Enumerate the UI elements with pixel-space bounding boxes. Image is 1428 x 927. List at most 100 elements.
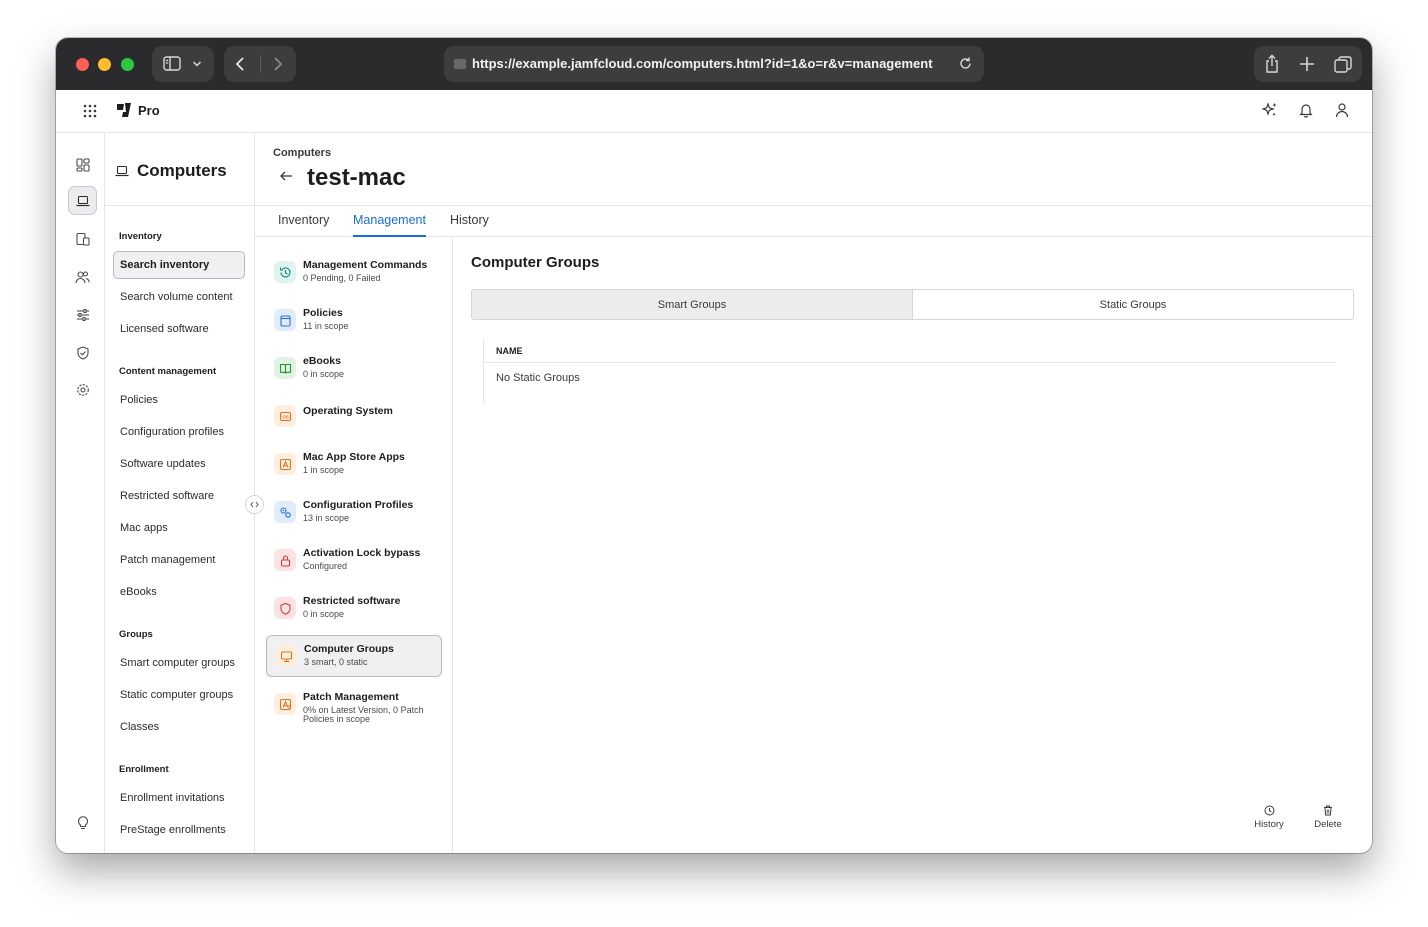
computers-sidebar: Computers Inventory Search inventory Sea… [105,133,255,853]
delete-action-label: Delete [1314,819,1342,830]
section-heading-enrollment: Enrollment [119,764,169,775]
sidebar-icon [163,56,181,71]
management-item-title: Management Commands [303,259,428,271]
management-item-restricted-software[interactable]: Restricted software 0 in scope [266,588,442,630]
breadcrumb[interactable]: Computers [273,147,331,159]
zoom-window-button[interactable] [121,58,134,71]
share-icon[interactable] [1264,54,1280,74]
management-item-activation-lock[interactable]: Activation Lock bypass Configured [266,540,442,582]
sidebar-item-classes[interactable]: Classes [113,713,245,741]
browser-window: https://example.jamfcloud.com/computers.… [56,38,1372,853]
segment-smart-groups[interactable]: Smart Groups [472,290,913,319]
delete-action-button[interactable]: Delete [1303,805,1353,830]
sidebar-item-smart-computer-groups[interactable]: Smart computer groups [113,649,245,677]
sidebar-item-search-volume-content[interactable]: Search volume content [113,283,245,311]
app-store-icon [274,453,296,475]
gear-icon [76,383,89,396]
bell-icon[interactable] [1298,102,1314,123]
svg-text:OS: OS [282,414,289,419]
back-arrow-icon[interactable] [279,169,293,187]
page-title: test-mac [307,164,406,191]
gears-icon [274,501,296,523]
laptop-icon [76,195,89,206]
sidebar-item-search-inventory[interactable]: Search inventory [113,251,245,279]
lock-icon [274,549,296,571]
clock-icon [1264,805,1274,816]
forward-button[interactable] [272,56,284,72]
sidebar-item-licensed-software[interactable]: Licensed software [113,315,245,343]
sidebar-toggle-button[interactable] [152,46,214,82]
groups-table: NAME No Static Groups [483,340,1336,403]
app-header: Pro [56,90,1372,133]
address-bar[interactable]: https://example.jamfcloud.com/computers.… [444,46,984,82]
management-item-title: Policies [303,307,343,319]
sidebar-item-prestage-enrollments[interactable]: PreStage enrollments [113,816,245,844]
history-action-button[interactable]: History [1244,805,1294,830]
devices-icon [75,232,90,246]
section-heading-content-management: Content management [119,366,217,377]
management-item-configuration-profiles[interactable]: Configuration Profiles 13 in scope [266,492,442,534]
new-tab-icon[interactable] [1299,56,1315,72]
tab-history[interactable]: History [450,213,489,237]
laptop-icon [115,165,129,177]
reload-icon[interactable] [958,56,973,71]
sidebar-item-ebooks[interactable]: eBooks [113,578,245,606]
management-item-mac-app-store[interactable]: Mac App Store Apps 1 in scope [266,444,442,486]
management-item-patch-management[interactable]: Patch Management 0% on Latest Version, 0… [266,684,442,730]
management-item-title: Restricted software [303,595,401,607]
rail-settings-button[interactable] [68,375,97,404]
app-switcher-icon[interactable] [83,104,97,123]
header-divider [484,362,1336,363]
management-item-ebooks[interactable]: eBooks 0 in scope [266,348,442,390]
sidebar-item-patch-management[interactable]: Patch management [113,546,245,574]
management-item-policies[interactable]: Policies 11 in scope [266,300,442,342]
column-header-name[interactable]: NAME [496,346,523,356]
product-name: Pro [138,102,160,118]
rail-tips-button[interactable] [68,808,97,837]
sidebar-item-restricted-software[interactable]: Restricted software [113,482,245,510]
management-list: Management Commands 0 Pending, 0 Failed … [255,237,453,853]
browser-toolbar: https://example.jamfcloud.com/computers.… [56,38,1372,90]
management-item-operating-system[interactable]: OS Operating System [266,396,442,438]
rail-devices-button[interactable] [68,224,97,253]
management-item-commands[interactable]: Management Commands 0 Pending, 0 Failed [266,252,442,294]
rail-computers-button[interactable] [68,186,97,215]
back-button[interactable] [234,56,246,72]
sidebar-item-software-updates[interactable]: Software updates [113,450,245,478]
tab-management[interactable]: Management [353,213,426,237]
segment-static-groups[interactable]: Static Groups [913,290,1353,319]
product-logo[interactable]: Pro [116,102,160,118]
management-item-computer-groups[interactable]: Computer Groups 3 smart, 0 static [266,635,442,677]
management-item-title: Activation Lock bypass [303,547,421,559]
jamf-logo-icon [117,103,131,117]
monitor-icon [275,645,297,667]
main-content: Computers test-mac Inventory Management … [255,133,1372,853]
user-icon[interactable] [1334,102,1350,123]
tab-inventory[interactable]: Inventory [278,213,329,237]
rail-security-button[interactable] [68,338,97,367]
section-heading-groups: Groups [119,629,153,640]
lightbulb-icon [77,816,88,830]
management-item-title: Patch Management [303,691,399,703]
sidebar-divider [105,205,254,206]
rail-settings-sliders-button[interactable] [68,300,97,329]
sidebar-item-enrollment-invitations[interactable]: Enrollment invitations [113,784,245,812]
close-window-button[interactable] [76,58,89,71]
trash-icon [1324,805,1332,816]
sidebar-item-configuration-profiles[interactable]: Configuration profiles [113,418,245,446]
minimize-window-button[interactable] [98,58,111,71]
nav-divider [260,55,261,73]
empty-state-text: No Static Groups [496,372,580,384]
sidebar-item-static-computer-groups[interactable]: Static computer groups [113,681,245,709]
header-actions [1261,102,1350,123]
management-item-title: Operating System [303,405,393,417]
rail-dashboard-button[interactable] [68,150,97,179]
icon-rail [56,133,105,853]
shield-icon [274,597,296,619]
rail-users-button[interactable] [68,262,97,291]
management-item-subtitle: 1 in scope [303,465,345,475]
tab-overview-icon[interactable] [1334,56,1352,73]
sidebar-item-policies[interactable]: Policies [113,386,245,414]
ai-sparkle-icon[interactable] [1261,102,1278,123]
sidebar-item-mac-apps[interactable]: Mac apps [113,514,245,542]
